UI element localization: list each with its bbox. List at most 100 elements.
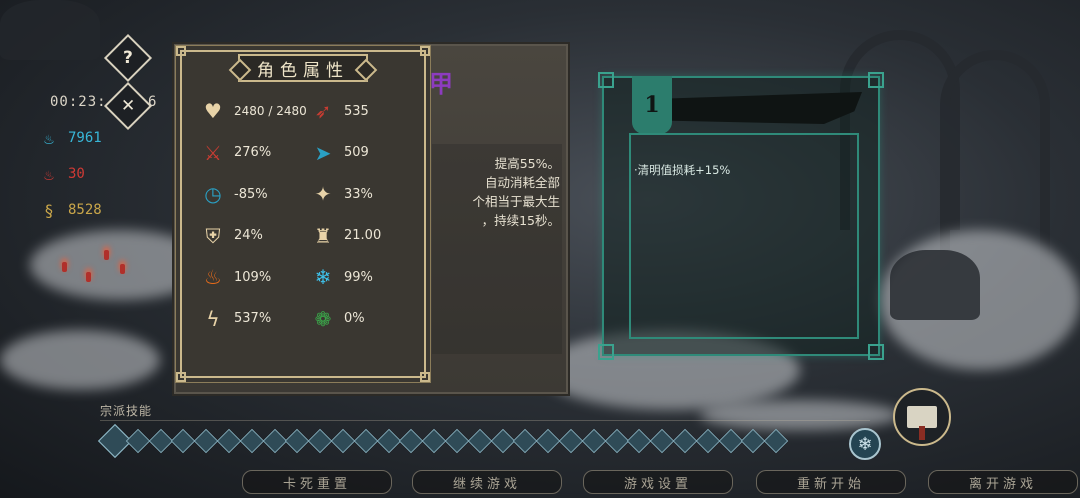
candle (86, 272, 91, 282)
skill-icon-row (97, 423, 789, 459)
sect-skill-icon[interactable] (308, 428, 333, 454)
sect-skill-icon[interactable] (171, 428, 196, 454)
stat-value: 99% (344, 269, 373, 285)
sect-skill-icon[interactable] (262, 428, 287, 454)
close-icon: ✕ (120, 96, 136, 116)
resource-value: 7961 (68, 130, 102, 146)
heart-icon: ♥ (204, 99, 222, 123)
dodge-icon: ✦ (314, 182, 332, 206)
stat-value: 0% (344, 311, 365, 326)
resource-counter: § 8528 (40, 200, 102, 220)
help-icon: ? (123, 48, 133, 68)
sect-skill-icon[interactable] (376, 428, 401, 454)
sect-skill-icon[interactable] (125, 428, 150, 454)
sect-skill-icon[interactable] (558, 428, 584, 454)
resource-counter: ♨ 7961 (40, 128, 102, 148)
panel-corner (420, 46, 430, 56)
stat-entry[interactable]: ϟ 537% (200, 306, 271, 332)
attack-icon: ➶ (314, 99, 332, 123)
skill-description-line: 提高55%。 (494, 156, 560, 171)
stat-entry[interactable]: ⚔ 276% (200, 140, 271, 166)
panel-ornament (598, 344, 614, 360)
resource-counter: ♨ 30 (40, 164, 85, 184)
stat-entry[interactable]: ✦ 33% (310, 181, 373, 207)
item-number-tab[interactable]: 1 (632, 76, 672, 134)
snowflake-skill-icon[interactable]: ❄ (849, 428, 881, 460)
attribute-panel: 角色属性 ♥ 2480 / 2480 ➶ 535 ⚔ 276% ➤ 509 ◷ -85% ✦ 33% ⛨… (176, 46, 430, 382)
lightning-icon: ϟ (206, 306, 220, 331)
sect-skill-icon[interactable] (148, 428, 173, 454)
stat-value: 276% (234, 145, 272, 160)
divider (100, 420, 870, 421)
menu-button[interactable]: 继续游戏 (412, 470, 562, 494)
stat-entry[interactable]: ➤ 509 (310, 140, 369, 166)
sect-skill-icon[interactable] (604, 428, 629, 454)
poison-icon: ❁ (314, 306, 332, 331)
sect-skill-icon[interactable] (422, 428, 447, 454)
sect-skill-icon[interactable] (330, 428, 356, 454)
rock (0, 0, 100, 60)
menu-button[interactable]: 重新开始 (756, 470, 906, 494)
panel-ornament (868, 72, 884, 88)
stat-value: 535 (344, 103, 369, 119)
stat-value: -85% (234, 186, 268, 202)
stat-entry[interactable]: ❁ 0% (310, 306, 365, 332)
hammer-icon[interactable] (893, 388, 951, 446)
elapsed-timer: 00:23: (50, 94, 107, 110)
stat-entry[interactable]: ➶ 535 (310, 98, 369, 124)
frost-icon: ❄ (314, 265, 332, 289)
sect-skill-icon[interactable] (467, 428, 492, 454)
skill-description-line: 自动消耗全部 (484, 175, 560, 190)
hammer-head (907, 406, 937, 440)
stat-entry[interactable]: ♥ 2480 / 2480 (200, 98, 307, 124)
timer-tail: 6 (148, 94, 157, 110)
stat-value: 509 (344, 145, 369, 160)
snow-patch (0, 330, 160, 390)
item-panel: 1 ·清明值损耗+15% (598, 72, 884, 360)
skill-description-line: 个相当于最大生 (472, 194, 560, 209)
sect-skill-icon[interactable] (239, 428, 264, 454)
sect-skill-icon[interactable] (216, 428, 242, 454)
sect-skill-icon[interactable] (695, 428, 720, 454)
sect-skill-icon[interactable] (194, 428, 219, 454)
sect-skill-icon[interactable] (536, 428, 561, 454)
item-name-banner (672, 92, 862, 124)
sect-skill-icon[interactable] (741, 428, 766, 454)
stat-entry[interactable]: ♨ 109% (200, 264, 271, 290)
menu-button[interactable]: 卡死重置 (242, 470, 392, 494)
stat-entry[interactable]: ◷ -85% (200, 181, 268, 207)
stat-entry[interactable]: ♜ 21.00 (310, 223, 381, 249)
stat-value: 109% (234, 269, 272, 285)
stat-entry[interactable]: ⛨ 24% (200, 223, 263, 249)
sect-skill-icon[interactable] (581, 428, 606, 454)
timer-text: 00:23: (50, 94, 107, 110)
sect-skill-icon[interactable] (763, 428, 789, 454)
stat-value: 21.00 (344, 228, 382, 243)
sect-skill-icon[interactable] (490, 428, 515, 454)
fire-icon: ♨ (204, 265, 222, 289)
stat-entry[interactable]: ❄ 99% (310, 264, 373, 290)
panel-ornament (598, 72, 614, 88)
sect-skill-icon[interactable] (672, 428, 698, 454)
item-effect-text: ·清明值损耗+15% (634, 163, 731, 177)
sect-skill-icon[interactable] (444, 428, 470, 454)
sect-skill-icon[interactable] (627, 428, 652, 454)
menu-button[interactable]: 离开游戏 (928, 470, 1078, 494)
panel-corner (176, 372, 186, 382)
sect-skill-icon[interactable] (513, 428, 538, 454)
menu-button[interactable]: 游戏设置 (583, 470, 733, 494)
sect-skill-icon[interactable] (285, 428, 310, 454)
sect-skill-icon[interactable] (718, 428, 743, 454)
resource-value: 8528 (68, 202, 102, 218)
rock (890, 250, 980, 320)
attribute-panel-title: 角色属性 (238, 54, 368, 82)
stat-value: 24% (234, 228, 263, 243)
candle (120, 264, 125, 274)
resource-value: 30 (68, 166, 85, 182)
stat-value: 2480 / 2480 (234, 104, 307, 118)
sect-skill-icon[interactable] (353, 428, 378, 454)
cooldown-icon: ◷ (204, 182, 222, 206)
sect-skill-icon[interactable] (399, 428, 424, 454)
shield-icon: ⛨ (205, 223, 221, 248)
sect-skill-icon[interactable] (649, 428, 675, 454)
